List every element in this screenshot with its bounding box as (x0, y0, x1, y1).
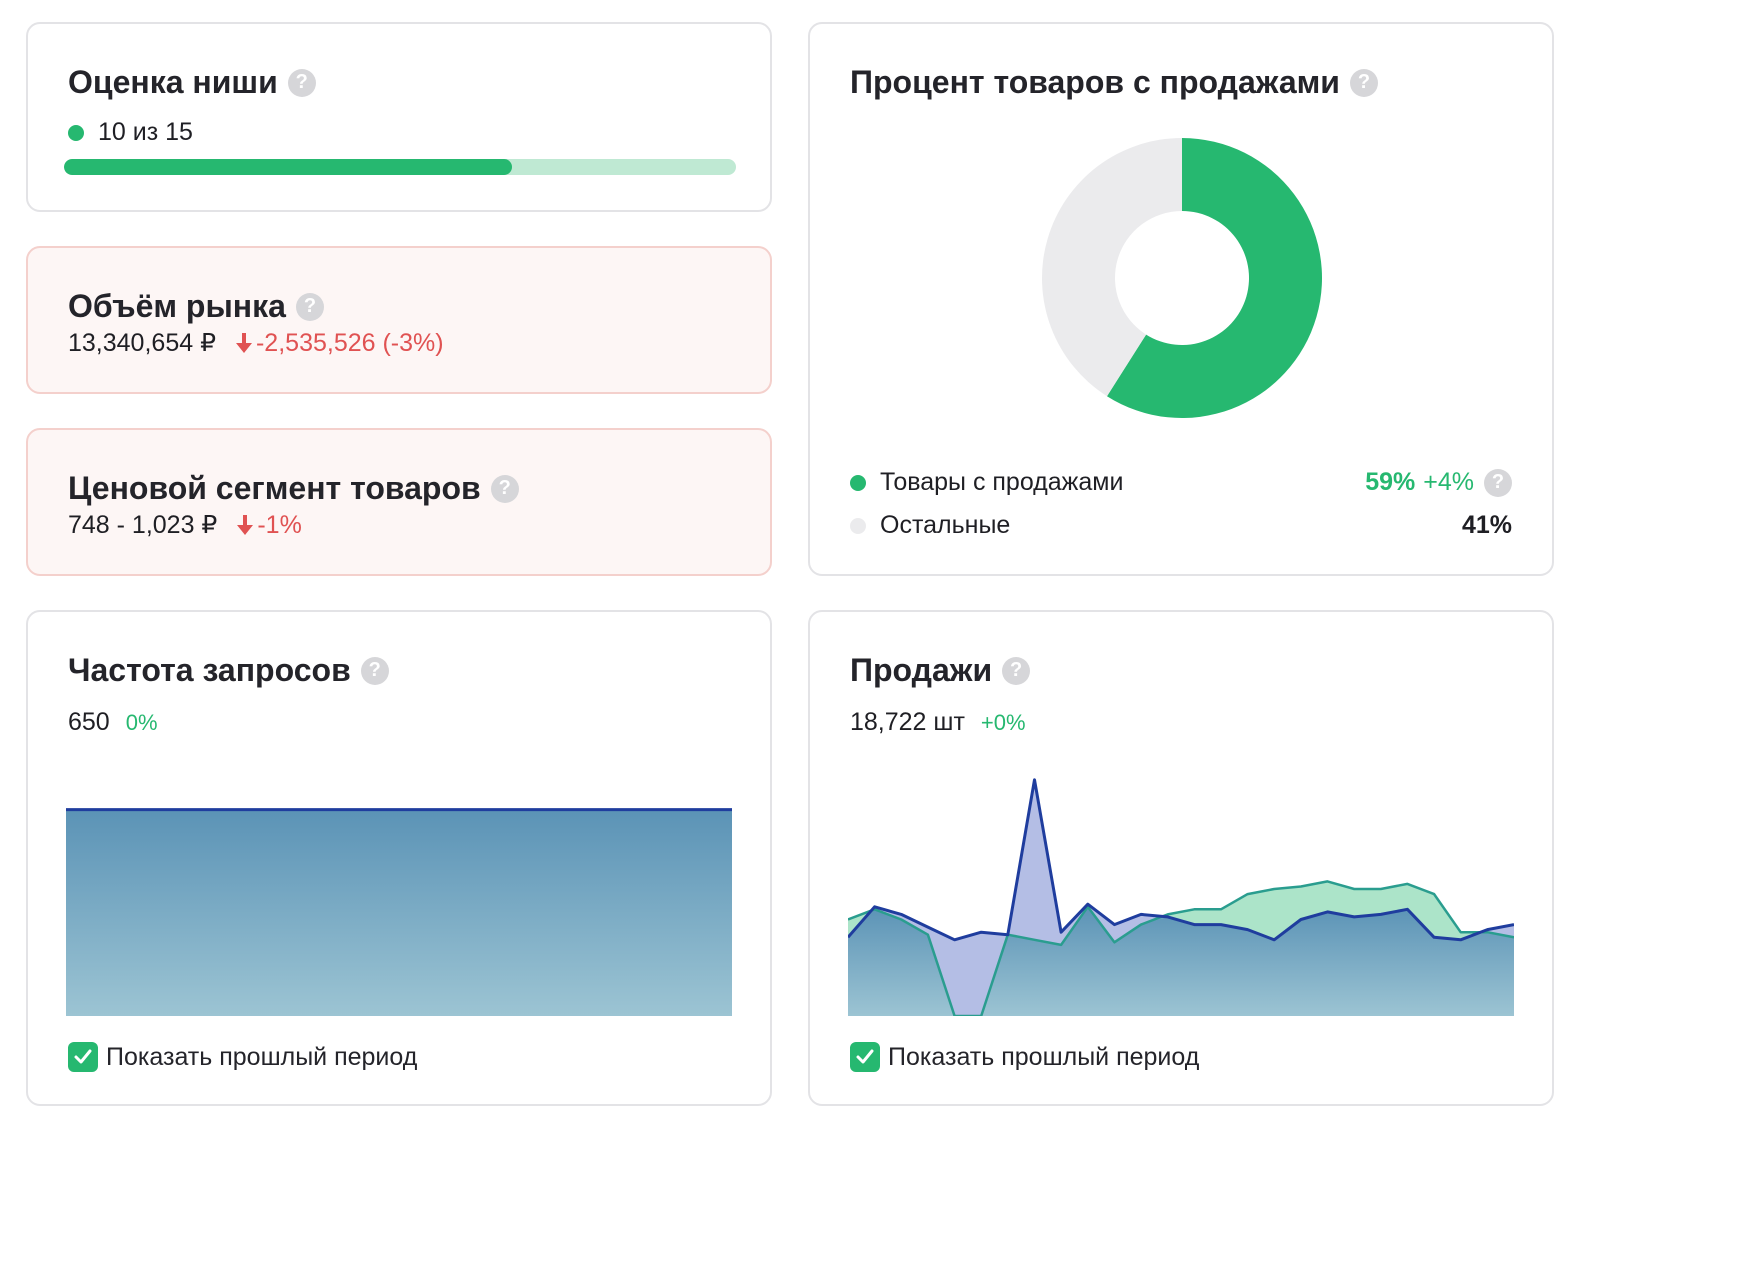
price-segment-title: Ценовой сегмент товаров (68, 470, 481, 506)
help-icon[interactable]: ? (360, 656, 389, 685)
query-frequency-value-row: 650 0% (68, 708, 158, 737)
query-frequency-title: Частота запросов (68, 652, 351, 688)
price-segment-card: Ценовой сегмент товаров ? 748 - 1,023 ₽ … (26, 428, 772, 576)
show-previous-period-label: Показать прошлый период (106, 1042, 418, 1071)
query-frequency-delta: 0% (125, 709, 158, 735)
niche-score-value-row: 10 из 15 (68, 118, 193, 147)
legend-row-others: Остальные 41% (850, 511, 1512, 540)
legend-row-with-sales: Товары с продажами 59% +4% ? (850, 468, 1512, 497)
sales-card: Продажи ? 18,722 шт +0% Показать прошлый… (808, 610, 1554, 1106)
legend-label: Товары с продажами (880, 468, 1124, 496)
help-icon[interactable]: ? (490, 474, 519, 503)
market-volume-value: 13,340,654 ₽ (68, 329, 216, 357)
market-volume-card: Объём рынка ? 13,340,654 ₽ -2,535,526 (-… (26, 246, 772, 394)
help-icon[interactable]: ? (1484, 468, 1512, 497)
price-segment-title-row: Ценовой сегмент товаров ? (68, 470, 519, 507)
legend-dot-icon (850, 474, 866, 491)
sales-percent-donut-chart (1042, 138, 1322, 418)
market-volume-change: -2,535,526 (-3%) (255, 328, 444, 357)
sales-delta: +0% (980, 709, 1026, 735)
price-segment-change: -1% (257, 510, 302, 539)
sales-title-row: Продажи ? (850, 652, 1031, 689)
help-icon[interactable]: ? (1349, 68, 1378, 97)
help-icon[interactable]: ? (287, 68, 316, 97)
niche-score-value: 10 из 15 (98, 118, 193, 146)
market-volume-title-row: Объём рынка ? (68, 288, 324, 325)
area-fill-series-0 (66, 809, 732, 1016)
niche-score-progress-bar (64, 159, 736, 175)
help-icon[interactable]: ? (1002, 656, 1031, 685)
checkbox-checked-icon[interactable] (850, 1042, 880, 1072)
arrow-down-icon (237, 513, 254, 537)
arrow-down-icon (235, 331, 252, 355)
query-frequency-value: 650 (68, 708, 110, 736)
market-volume-value-row: 13,340,654 ₽ -2,535,526 (-3%) (68, 328, 444, 358)
show-previous-period-checkbox-row[interactable]: Показать прошлый период (68, 1042, 417, 1072)
query-frequency-area-chart (66, 808, 732, 1016)
price-segment-value-row: 748 - 1,023 ₽ -1% (68, 510, 302, 540)
show-previous-period-checkbox-row[interactable]: Показать прошлый период (850, 1042, 1199, 1072)
niche-score-title: Оценка ниши (68, 64, 278, 100)
checkbox-checked-icon[interactable] (68, 1042, 98, 1072)
legend-value-group: 59% +4% ? (1365, 468, 1512, 497)
legend-label: Остальные (880, 511, 1011, 539)
niche-score-progress-fill (64, 159, 513, 175)
legend-value: 59% (1365, 468, 1416, 496)
legend-value: 41% (1461, 511, 1512, 539)
sales-percent-title: Процент товаров с продажами (850, 64, 1340, 100)
sales-percent-card: Процент товаров с продажами ? Товары с п… (808, 22, 1554, 576)
sales-area-chart (848, 778, 1514, 1016)
sales-title: Продажи (850, 652, 993, 688)
query-frequency-card: Частота запросов ? 650 0% Показать прошл… (26, 610, 772, 1106)
query-frequency-title-row: Частота запросов ? (68, 652, 389, 689)
market-volume-title: Объём рынка (68, 288, 286, 324)
show-previous-period-label: Показать прошлый период (888, 1042, 1200, 1071)
help-icon[interactable]: ? (295, 292, 324, 321)
status-dot-icon (68, 124, 84, 141)
legend-delta: +4% (1423, 468, 1474, 496)
niche-score-card: Оценка ниши ? 10 из 15 (26, 22, 772, 212)
sales-value-row: 18,722 шт +0% (850, 708, 1026, 737)
sales-percent-title-row: Процент товаров с продажами ? (850, 64, 1378, 101)
legend-dot-icon (850, 517, 866, 534)
niche-score-title-row: Оценка ниши ? (68, 64, 316, 101)
price-segment-value: 748 - 1,023 ₽ (68, 511, 218, 539)
sales-value: 18,722 шт (850, 708, 965, 736)
